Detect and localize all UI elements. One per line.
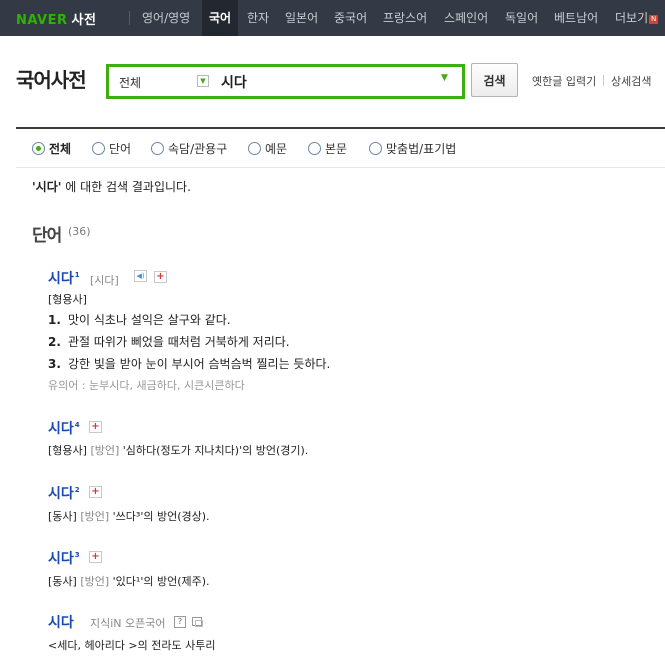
new-badge: N xyxy=(649,15,659,24)
header-divider xyxy=(16,127,665,129)
filter-body[interactable]: 본문 xyxy=(308,140,347,156)
radio-icon xyxy=(151,141,164,155)
homograph-number: 2 xyxy=(74,486,80,494)
entry-definition: [동사] [방언] '쓰다³'의 방언(경상). xyxy=(48,508,210,524)
filter-idioms[interactable]: 속담/관용구 xyxy=(151,140,227,156)
tab-english[interactable]: 영어/영영 xyxy=(142,0,190,36)
summary-term: '시다' xyxy=(32,180,62,194)
autocomplete-toggle-icon[interactable]: ▼ xyxy=(441,73,448,83)
definition-text: '심하다(정도가 지나치다)'의 방언(경기). xyxy=(122,444,309,457)
sense-number: 3. xyxy=(48,357,61,371)
part-of-speech: [동사] xyxy=(48,575,77,588)
add-wordbook-icon[interactable]: + xyxy=(89,486,102,498)
filter-label: 예문 xyxy=(265,141,288,156)
tab-japanese[interactable]: 일본어 xyxy=(285,0,318,36)
filter-spelling[interactable]: 맞춤법/표기법 xyxy=(369,140,456,156)
tab-korean[interactable]: 국어 xyxy=(202,0,239,36)
tab-spanish[interactable]: 스페인어 xyxy=(444,0,488,36)
radio-icon xyxy=(92,141,105,155)
homograph-number: 4 xyxy=(74,421,80,429)
add-wordbook-icon[interactable]: + xyxy=(89,551,102,563)
entry-headword[interactable]: 시다 xyxy=(48,612,74,632)
sense-number: 1. xyxy=(48,313,61,327)
definition-text: '있다¹'의 방언(제주). xyxy=(112,575,210,588)
filter-all[interactable]: 전체 xyxy=(32,140,71,156)
new-window-icon[interactable] xyxy=(192,617,203,627)
section-count: (36) xyxy=(68,225,91,238)
naver-logo-text: NAVER xyxy=(16,13,68,28)
add-wordbook-icon[interactable]: + xyxy=(154,271,167,283)
scope-dropdown-icon[interactable]: ▼ xyxy=(197,75,209,87)
filter-label: 속담/관용구 xyxy=(168,141,228,156)
search-input[interactable] xyxy=(221,71,431,93)
entry-headword[interactable]: 시다4 xyxy=(48,418,80,438)
filter-divider xyxy=(16,167,665,168)
dictionary-logo-text: 사전 xyxy=(71,13,97,28)
entry-definition: [형용사] [방언] '심하다(정도가 지나치다)'의 방언(경기). xyxy=(48,442,308,458)
summary-text: 에 대한 검색 결과입니다. xyxy=(61,180,191,194)
tab-more-label: 더보기 xyxy=(615,11,649,25)
sense-text: 맛이 식초나 설익은 살구와 같다. xyxy=(68,313,231,327)
search-scope-select[interactable]: 전체 xyxy=(119,74,141,91)
sense-3: 3. 강한 빛을 받아 눈이 부시어 슴벅슴벅 찔리는 듯하다. xyxy=(48,355,330,372)
sense-1: 1. 맛이 식초나 설익은 살구와 같다. xyxy=(48,311,231,328)
sense-number: 2. xyxy=(48,335,61,349)
headword-text: 시다 xyxy=(48,271,74,287)
tab-german[interactable]: 독일어 xyxy=(505,0,538,36)
add-wordbook-icon[interactable]: + xyxy=(89,421,102,433)
page-title[interactable]: 국어사전 xyxy=(16,64,87,93)
speaker-icon[interactable]: ◀) xyxy=(134,270,147,282)
sense-text: 강한 빛을 받아 눈이 부시어 슴벅슴벅 찔리는 듯하다. xyxy=(68,357,331,371)
entry-headword[interactable]: 시다1 xyxy=(48,268,80,288)
filter-label: 단어 xyxy=(109,141,132,156)
headword-text: 시다 xyxy=(48,421,74,437)
homograph-number: 1 xyxy=(74,271,80,279)
search-box: 전체 ▼ ▼ xyxy=(106,64,465,99)
radio-icon xyxy=(32,141,45,155)
definition-text: '쓰다³'의 방언(경상). xyxy=(112,510,210,523)
filter-words[interactable]: 단어 xyxy=(92,140,131,156)
headword-text: 시다 xyxy=(48,551,74,567)
help-icon[interactable]: ? xyxy=(174,616,186,628)
radio-icon xyxy=(248,141,261,155)
homograph-number: 3 xyxy=(74,551,80,559)
pronunciation: [시다] xyxy=(90,274,119,287)
naver-dictionary-logo[interactable]: NAVER 사전 xyxy=(16,9,96,28)
sense-2: 2. 관절 따위가 삐었을 때처럼 거북하게 저리다. xyxy=(48,333,290,350)
part-of-speech: [형용사] xyxy=(48,444,87,457)
entry-headword[interactable]: 시다2 xyxy=(48,483,80,503)
dialect-tag: [방언] xyxy=(80,575,110,588)
entry-definition: [동사] [방언] '있다¹'의 방언(제주). xyxy=(48,573,210,589)
dialect-tag: [방언] xyxy=(80,510,110,523)
dialect-tag: [방언] xyxy=(90,444,120,457)
filter-label: 맞춤법/표기법 xyxy=(386,141,457,156)
tab-more[interactable]: 더보기 N xyxy=(615,0,659,36)
advanced-search-link[interactable]: 상세검색 xyxy=(611,73,651,89)
synonyms: 유의어 : 눈부시다, 새금하다, 시큰시큰하다 xyxy=(48,379,245,392)
open-dictionary-source[interactable]: 지식iN 오픈국어 xyxy=(90,615,166,631)
radio-icon xyxy=(308,141,321,155)
old-hangul-input-link[interactable]: 옛한글 입력기 xyxy=(532,73,596,89)
part-of-speech: [동사] xyxy=(48,510,77,523)
filter-examples[interactable]: 예문 xyxy=(248,140,287,156)
tab-french[interactable]: 프랑스어 xyxy=(383,0,427,36)
entry-headword[interactable]: 시다3 xyxy=(48,548,80,568)
section-title: 단어 xyxy=(32,226,62,246)
sense-text: 관절 따위가 삐었을 때처럼 거북하게 저리다. xyxy=(68,335,290,349)
radio-icon xyxy=(369,141,382,155)
filter-label: 본문 xyxy=(325,141,348,156)
search-button[interactable]: 검색 xyxy=(471,63,518,97)
tab-vietnamese[interactable]: 베트남어 xyxy=(554,0,598,36)
headword-text: 시다 xyxy=(48,486,74,502)
header-link-divider xyxy=(603,75,604,86)
tab-chinese[interactable]: 중국어 xyxy=(334,0,367,36)
top-nav-bar: NAVER 사전 영어/영영 국어 한자 일본어 중국어 프랑스어 스페인어 독일… xyxy=(0,0,665,36)
filter-label: 전체 xyxy=(49,141,72,156)
part-of-speech: [형용사] xyxy=(48,293,87,306)
result-summary: '시다' 에 대한 검색 결과입니다. xyxy=(32,178,191,195)
definition-text: <세다, 헤아리다 >의 전라도 사투리 xyxy=(48,639,216,652)
tab-hanja[interactable]: 한자 xyxy=(247,0,269,36)
nav-divider xyxy=(129,11,130,25)
